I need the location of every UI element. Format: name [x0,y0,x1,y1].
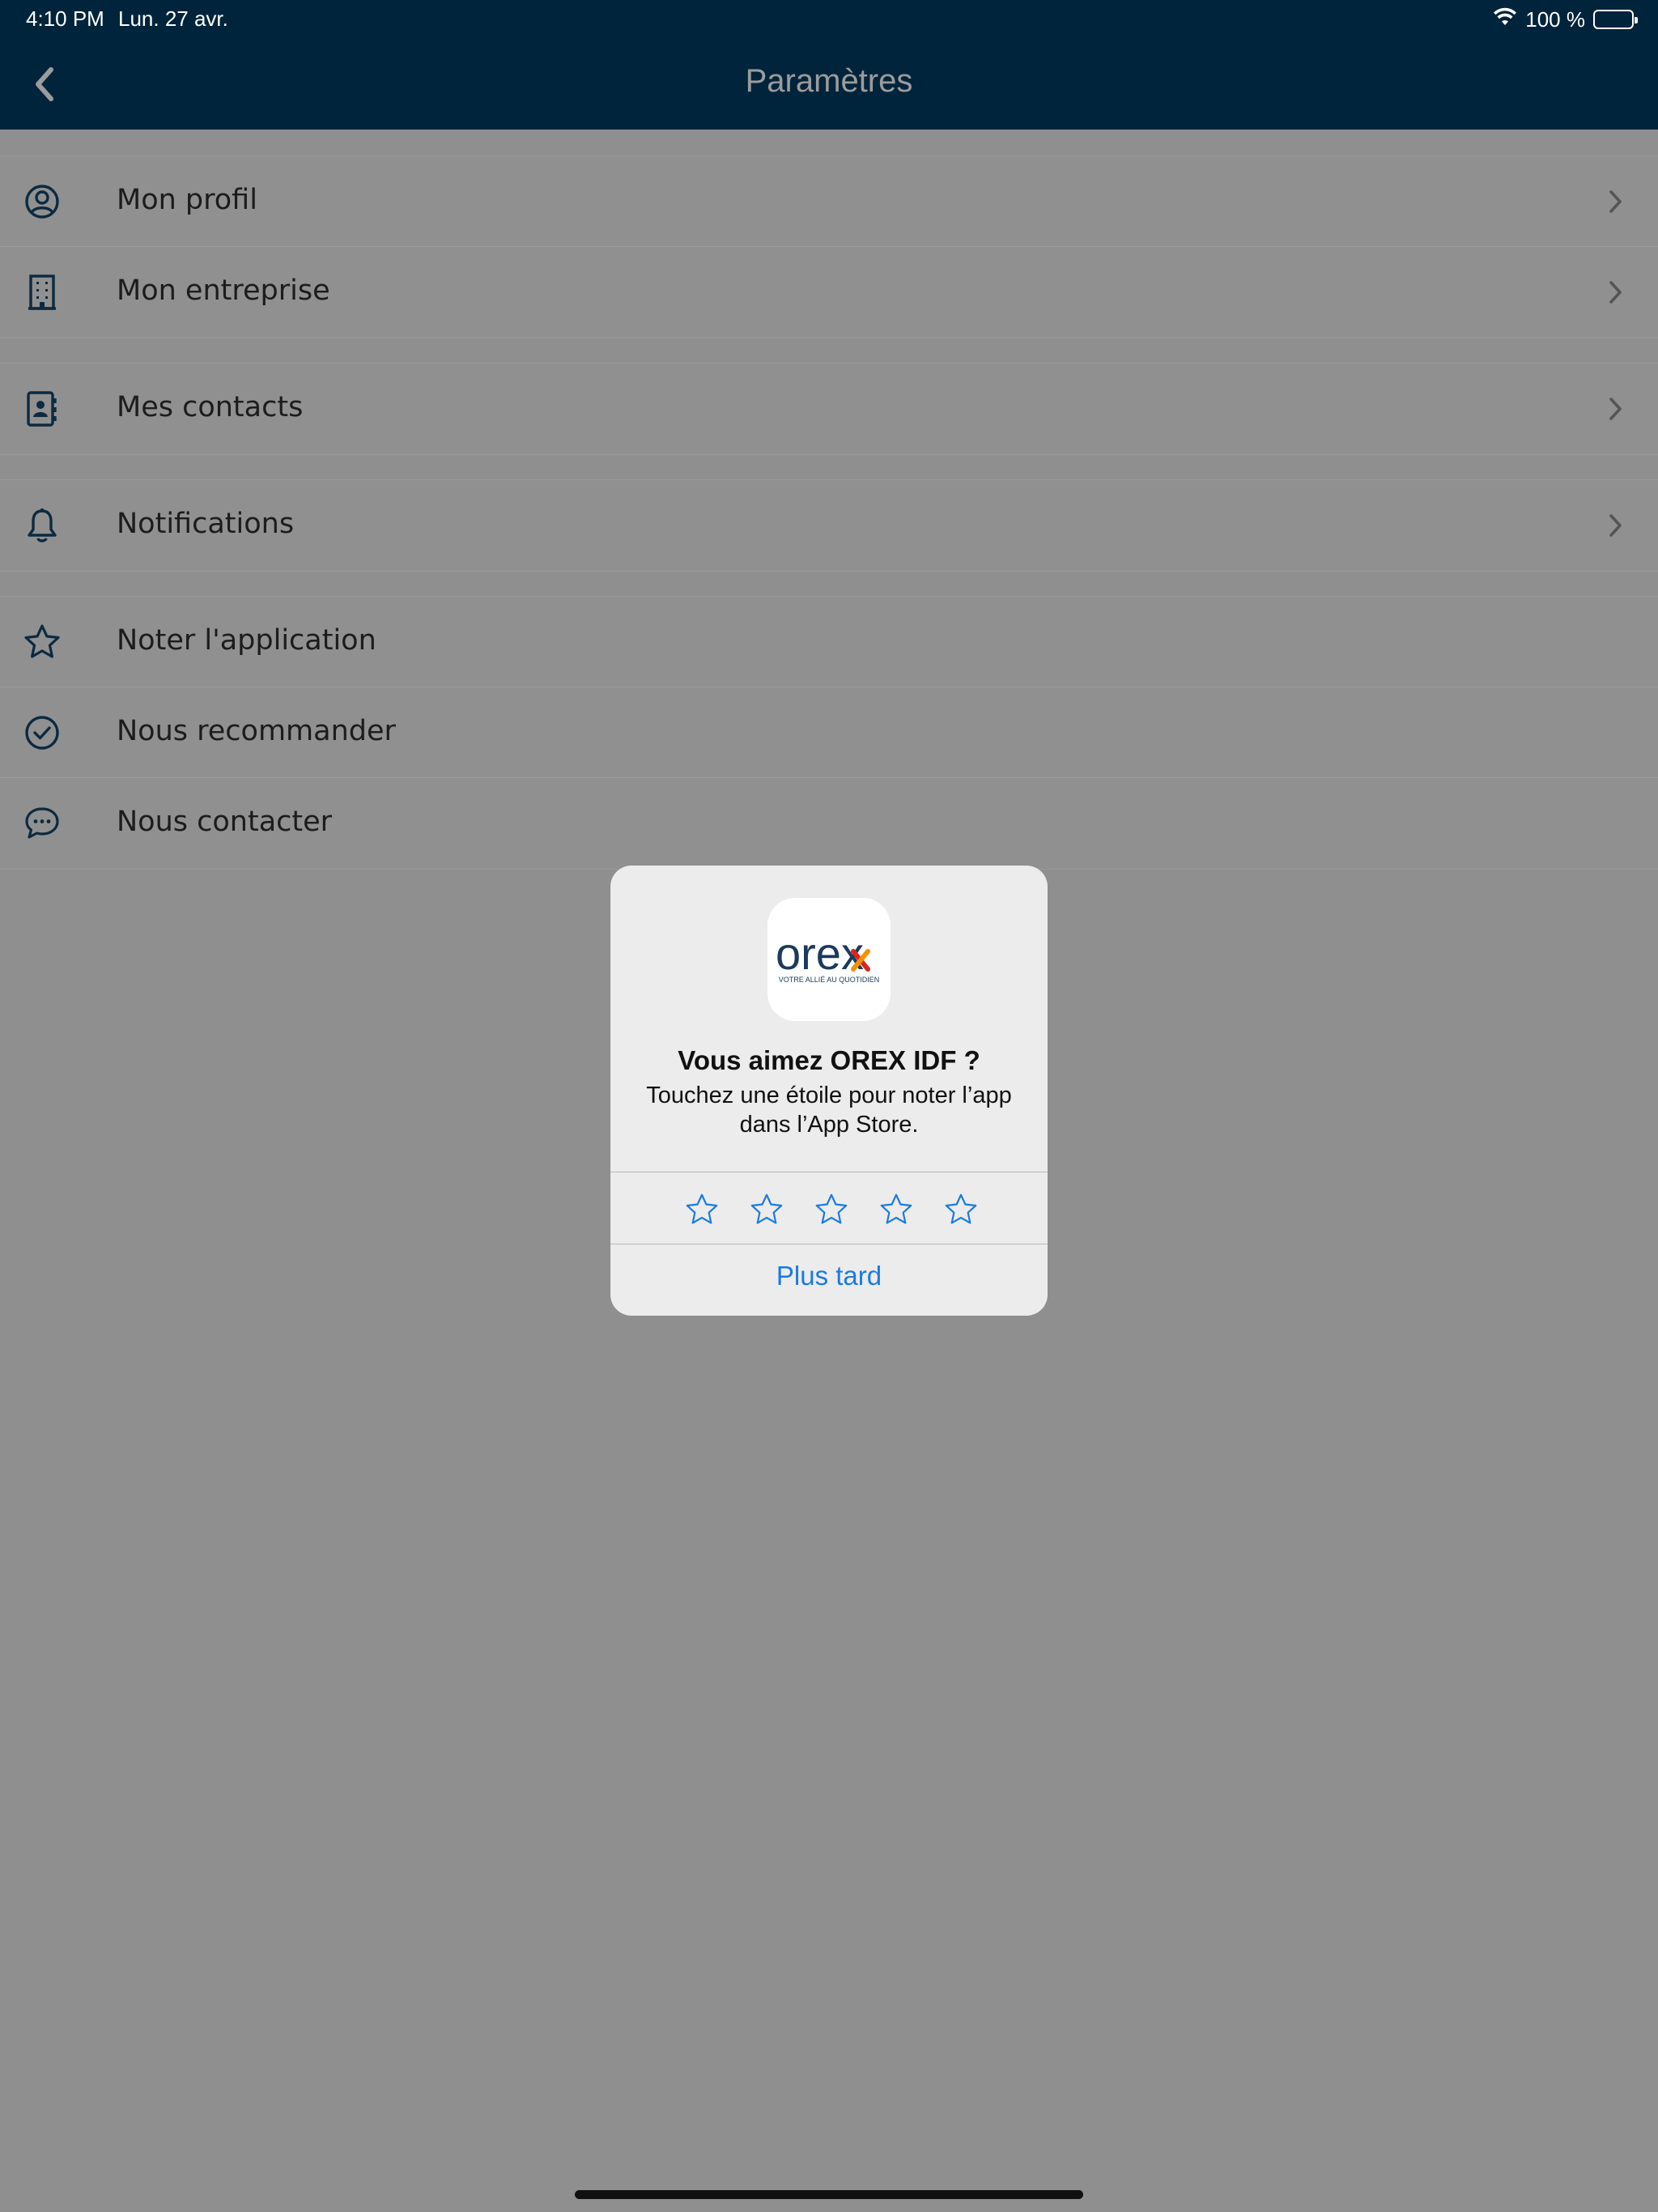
status-time: 4:10 PM [26,6,104,31]
settings-row-label: Mon entreprise [117,274,330,307]
star-icon [23,621,62,663]
app-icon: orex VOTRE ALLIÉ AU QUOTIDIEN [767,898,891,1021]
settings-row-contact-us[interactable]: Nous contacter [0,778,1658,869]
user-circle-icon [23,181,62,223]
settings-row-recommend[interactable]: Nous recommander [0,687,1658,778]
star-outline-icon [686,1193,718,1224]
settings-row-label: Mon profil [117,184,257,216]
chevron-right-icon [1609,281,1622,304]
svg-text:VOTRE ALLIÉ AU QUOTIDIEN: VOTRE ALLIÉ AU QUOTIDIEN [779,976,880,984]
settings-row-notifications[interactable]: Notifications [0,480,1658,571]
settings-row-profile[interactable]: Mon profil [0,156,1658,247]
building-icon [23,271,62,313]
settings-group-contacts: Mes contacts [0,363,1658,455]
chevron-right-icon [1609,398,1622,420]
settings-row-company[interactable]: Mon entreprise [0,247,1658,338]
contact-book-icon [23,388,62,430]
settings-group-notifications: Notifications [0,479,1658,572]
home-indicator[interactable] [575,2190,1083,2199]
settings-row-label: Notifications [117,508,295,540]
navigation-bar: 4:10 PM Lun. 27 avr. 100 % Paramètres [0,0,1658,130]
rating-star-5[interactable] [941,1189,981,1230]
settings-group-about: Noter l'application Nous recommander Nou… [0,596,1658,870]
rating-star-2[interactable] [746,1189,787,1230]
chat-bubble-icon [23,802,62,844]
status-indicators: 100 % [1493,6,1638,32]
wifi-icon [1493,7,1517,32]
page-title: Paramètres [745,63,913,99]
settings-row-label: Nous recommander [117,715,396,747]
chevron-right-icon [1609,190,1622,213]
settings-row-label: Nous contacter [117,806,333,838]
settings-row-label: Mes contacts [117,391,304,423]
rating-star-1[interactable] [682,1189,722,1230]
battery-icon [1593,10,1638,29]
star-outline-icon [815,1193,848,1224]
star-outline-icon [750,1193,783,1224]
settings-group-account: Mon profil Mon entreprise [0,155,1658,338]
rating-star-4[interactable] [876,1189,916,1230]
orex-logo: orex VOTRE ALLIÉ AU QUOTIDIEN [776,928,880,984]
dialog-message: Touchez une étoile pour noter l’app dans… [646,1083,1012,1138]
settings-row-rate-app[interactable]: Noter l'application [0,597,1658,687]
star-outline-icon [945,1193,977,1224]
app-root: 4:10 PM Lun. 27 avr. 100 % Paramètres Mo… [0,0,1658,2212]
battery-percentage: 100 % [1525,6,1585,32]
svg-text:orex: orex [776,928,864,979]
later-button[interactable]: Plus tard [610,1261,1048,1291]
rating-star-3[interactable] [811,1189,852,1230]
star-outline-icon [880,1193,912,1224]
rating-dialog: orex VOTRE ALLIÉ AU QUOTIDIEN Vous aimez… [610,866,1048,1316]
bell-icon [23,504,62,547]
chevron-right-icon [1609,514,1622,537]
settings-row-label: Noter l'application [117,624,376,657]
check-circle-icon [23,712,62,754]
dialog-title: Vous aimez OREX IDF ? [678,1045,980,1075]
settings-row-contacts[interactable]: Mes contacts [0,364,1658,454]
status-date: Lun. 27 avr. [118,6,228,31]
